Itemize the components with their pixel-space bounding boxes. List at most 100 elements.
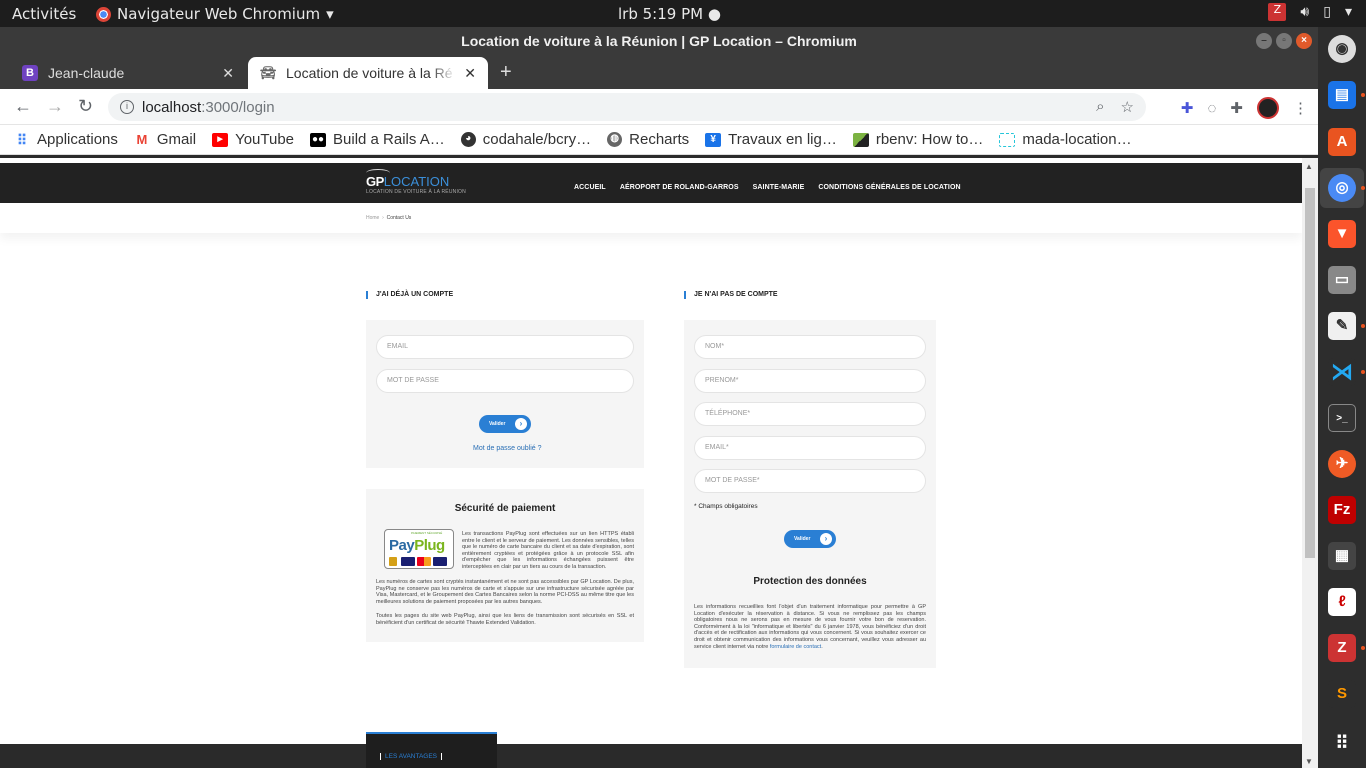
- footer-tab-avantages[interactable]: LES AVANTAGES: [366, 732, 497, 768]
- tab-jean-claude[interactable]: B Jean-claude ✕: [10, 57, 246, 89]
- bookmark-youtube[interactable]: ▶ YouTube: [212, 131, 294, 148]
- register-prenom-input[interactable]: PRENOM*: [694, 369, 926, 393]
- data-protection-end: .: [821, 643, 823, 650]
- close-icon[interactable]: ✕: [464, 65, 476, 82]
- close-icon[interactable]: ✕: [222, 65, 234, 82]
- page-scrollbar[interactable]: ▲ ▼: [1302, 158, 1318, 768]
- kebab-menu-icon[interactable]: ⋮: [1293, 99, 1308, 117]
- bookmark-travaux[interactable]: ¥ Travaux en lig…: [705, 131, 837, 148]
- contact-form-link[interactable]: formulaire de contact: [770, 644, 821, 650]
- system-tray[interactable]: Z 🔊︎ ▯ ▾: [1268, 3, 1352, 21]
- extensions-area: ✚ ◌ ✚ ⋮: [1181, 97, 1308, 119]
- bookmark-recharts[interactable]: ◍ Recharts: [607, 131, 689, 148]
- register-email-input[interactable]: EMAIL*: [694, 436, 926, 460]
- data-protection-title: Protection des données: [753, 576, 867, 587]
- login-email-input[interactable]: EMAIL: [376, 335, 634, 359]
- system-top-bar: Activités Navigateur Web Chromium ▾ lrb …: [0, 0, 1366, 27]
- ubuntu-dock: ◉ ▤ A ◎ ▼ ▭ ✎ ⋊ >_ ✈ Fz ▦ ℓ Z S ⠿: [1318, 27, 1366, 768]
- chromium-icon: [96, 6, 111, 22]
- payplug-plug: Plug: [414, 537, 445, 554]
- new-tab-icon[interactable]: +: [500, 61, 512, 84]
- apps-grid-icon: ⠿: [16, 131, 28, 148]
- back-icon[interactable]: ←: [14, 96, 32, 117]
- login-password-input[interactable]: MOT DE PASSE: [376, 369, 634, 393]
- register-telephone-input[interactable]: TÉLÉPHONE*: [694, 402, 926, 426]
- bookmarks-bar: ⠿ Applications M Gmail ▶ YouTube ●● Build a …: [0, 125, 1318, 155]
- forward-icon[interactable]: →: [46, 96, 64, 117]
- scroll-down-icon[interactable]: ▼: [1305, 757, 1313, 766]
- site-info-icon[interactable]: i: [120, 100, 134, 114]
- vscode-app-icon[interactable]: ⋊: [1328, 358, 1356, 386]
- globe-icon: ◍: [607, 132, 623, 147]
- rbenv-icon: [852, 132, 869, 147]
- bookmark-gmail[interactable]: M Gmail: [134, 131, 196, 148]
- chevron-down-icon[interactable]: ▾: [1345, 4, 1352, 20]
- settings-app-icon[interactable]: ◉: [1328, 35, 1356, 63]
- chevron-right-icon: ›: [820, 533, 832, 545]
- login-submit-button[interactable]: Valider ›: [479, 415, 531, 433]
- terminal-app-icon[interactable]: >_: [1328, 404, 1356, 432]
- medium-icon: ●●: [310, 132, 327, 147]
- scroll-up-icon[interactable]: ▲: [1305, 162, 1313, 171]
- breadcrumb-home[interactable]: Home: [366, 215, 379, 221]
- tab-strip: B Jean-claude ✕ 🚘︎ Location de voiture à…: [0, 55, 1318, 89]
- scrollbar-thumb[interactable]: [1305, 188, 1315, 558]
- register-submit-button[interactable]: Valider ›: [784, 530, 836, 548]
- bookmark-label: Recharts: [629, 131, 690, 148]
- bookmark-bcrypt[interactable]: ◕ codahale/bcry…: [460, 131, 591, 148]
- bookmark-applications[interactable]: ⠿ Applications: [14, 131, 118, 148]
- extension-circle-icon[interactable]: ◌: [1208, 100, 1217, 117]
- forgot-password-link[interactable]: Mot de passe oublié ?: [473, 445, 542, 452]
- bookmark-star-icon[interactable]: ☆: [1121, 98, 1134, 116]
- running-dot-icon: [1361, 324, 1365, 328]
- button-label: Valider: [794, 536, 811, 542]
- battery-icon[interactable]: ▯: [1323, 4, 1331, 20]
- zotero-app-icon[interactable]: Z: [1328, 634, 1356, 662]
- maximize-icon[interactable]: ▫: [1276, 33, 1292, 49]
- volume-icon[interactable]: 🔊︎: [1300, 4, 1309, 20]
- tab-location-voiture[interactable]: 🚘︎ Location de voiture à la Ré ✕: [248, 57, 488, 89]
- button-label: Valider: [489, 421, 506, 427]
- pdf-reader-app-icon[interactable]: ℓ: [1328, 588, 1356, 616]
- bookmark-label: Applications: [37, 131, 118, 148]
- profile-avatar[interactable]: [1257, 97, 1279, 119]
- zotero-tray-icon[interactable]: Z: [1268, 3, 1287, 21]
- bookmark-label: Build a Rails A…: [333, 131, 445, 148]
- notes-app-icon[interactable]: ✎: [1328, 312, 1356, 340]
- site-logo[interactable]: GPLOCATION LOCATION DE VOITURE À LA RÉUN…: [366, 169, 466, 195]
- register-nom-input[interactable]: NOM*: [694, 335, 926, 359]
- activities-button[interactable]: Activités: [12, 5, 76, 23]
- zoom-icon[interactable]: ⌕: [1096, 98, 1104, 116]
- show-apps-icon[interactable]: ⠿: [1328, 729, 1356, 757]
- book-icon: ¥: [705, 132, 722, 147]
- files-app-icon[interactable]: ▭: [1328, 266, 1356, 294]
- extension-puzzle-icon[interactable]: ✚: [1181, 99, 1194, 117]
- clock-label: lrb 5:19 PM: [618, 5, 704, 23]
- bookmark-rails[interactable]: ●● Build a Rails A…: [310, 131, 445, 148]
- app-menu[interactable]: Navigateur Web Chromium ▾: [96, 5, 334, 23]
- text-editor-app-icon[interactable]: ▤: [1328, 81, 1356, 109]
- brave-app-icon[interactable]: ▼: [1328, 220, 1356, 248]
- bookmark-rbenv[interactable]: rbenv: How to…: [852, 131, 983, 148]
- menu-accueil[interactable]: ACCUEIL: [574, 184, 606, 191]
- site-footer: [0, 744, 1302, 768]
- clock[interactable]: lrb 5:19 PM ●: [618, 5, 721, 23]
- filezilla-app-icon[interactable]: Fz: [1328, 496, 1356, 524]
- bookmark-mada-location[interactable]: mada-location…: [999, 131, 1132, 148]
- postman-app-icon[interactable]: ✈: [1328, 450, 1356, 478]
- extensions-menu-icon[interactable]: ✚: [1230, 99, 1243, 117]
- register-password-input[interactable]: MOT DE PASSE*: [694, 469, 926, 493]
- minimize-icon[interactable]: –: [1256, 33, 1272, 49]
- menu-conditions[interactable]: CONDITIONS GÉNÉRALES DE LOCATION: [818, 184, 960, 191]
- address-bar[interactable]: i localhost:3000/login ⌕ ☆: [108, 93, 1146, 121]
- chromium-app-icon[interactable]: ◎: [1328, 174, 1356, 202]
- menu-sainte-marie[interactable]: SAINTE-MARIE: [753, 184, 805, 191]
- menu-aeroport[interactable]: AÉROPORT DE ROLAND-GARROS: [620, 184, 739, 191]
- close-icon[interactable]: ×: [1296, 33, 1312, 49]
- reload-icon[interactable]: ↻: [78, 96, 93, 117]
- video-editor-app-icon[interactable]: ▦: [1328, 542, 1356, 570]
- sublime-text-app-icon[interactable]: S: [1328, 680, 1356, 708]
- required-fields-note: * Champs obligatoires: [694, 503, 758, 510]
- software-center-app-icon[interactable]: A: [1328, 128, 1356, 156]
- login-panel: EMAIL MOT DE PASSE Valider › Mot de passe…: [366, 320, 644, 468]
